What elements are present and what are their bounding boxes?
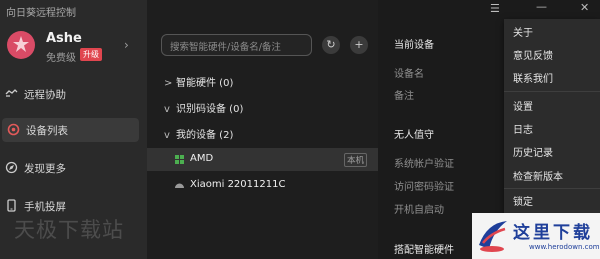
smart-hardware-heading: 搭配智能硬件	[394, 245, 454, 256]
app-title: 向日葵远程控制	[6, 8, 76, 19]
phone-cast-icon	[7, 199, 16, 212]
discover-icon	[5, 161, 18, 174]
menu-divider	[504, 91, 600, 92]
watermark-right-text: 这里下载	[513, 223, 593, 243]
refresh-button[interactable]: ↻	[322, 36, 340, 54]
device-name: AMD	[190, 153, 214, 164]
device-name: Xiaomi 22011211C	[190, 179, 286, 190]
sidebar-item-label: 发现更多	[24, 163, 66, 175]
menu-item-history[interactable]: 历史记录	[504, 141, 600, 161]
username: Ashe	[46, 31, 82, 46]
menu-icon[interactable]: ☰	[490, 2, 500, 15]
group-id-devices[interactable]: v 识别码设备 (0)	[164, 100, 243, 115]
group-my-devices[interactable]: v 我的设备 (2)	[164, 126, 233, 141]
device-list-icon	[7, 123, 20, 136]
menu-item-check-update[interactable]: 检查新版本	[504, 165, 600, 185]
sidebar-item-label: 远程协助	[24, 89, 66, 101]
chevron-down-icon: v	[164, 130, 170, 141]
star-icon	[13, 36, 29, 52]
menu-item-log[interactable]: 日志	[504, 118, 600, 138]
upgrade-badge[interactable]: 升级	[80, 48, 102, 61]
system-account-verify-label: 系统帐户验证	[394, 159, 454, 170]
chevron-right-icon[interactable]: ›	[124, 38, 129, 52]
account-tier: 免费级	[46, 53, 76, 64]
menu-item-about[interactable]: 关于	[504, 21, 600, 41]
access-password-verify-label: 访问密码验证	[394, 182, 454, 193]
refresh-icon: ↻	[326, 38, 336, 51]
remark-label: 备注	[394, 91, 414, 102]
group-label: 我的设备 (2)	[176, 130, 234, 141]
boot-autostart-label: 开机自启动	[394, 205, 444, 216]
search-input[interactable]: 搜索智能硬件/设备名/备注	[161, 34, 312, 56]
chevron-down-icon: v	[164, 104, 170, 115]
menu-divider	[504, 188, 600, 189]
avatar[interactable]	[7, 31, 35, 59]
group-label: 识别码设备 (0)	[176, 104, 244, 115]
unattended-heading: 无人值守	[394, 130, 434, 141]
chevron-right-icon: >	[164, 78, 173, 89]
watermark-url: www.herodown.com	[529, 243, 600, 251]
device-row[interactable]: Xiaomi 22011211C	[147, 174, 378, 197]
sidebar-item-discover[interactable]: 发现更多	[0, 156, 140, 180]
sidebar-item-label: 设备列表	[26, 125, 68, 137]
group-smart-hardware[interactable]: > 智能硬件 (0)	[164, 74, 233, 89]
windows-icon	[175, 155, 184, 164]
menu-item-lock[interactable]: 锁定	[504, 190, 600, 210]
android-icon	[175, 183, 184, 188]
sidebar-item-label: 手机投屏	[24, 201, 66, 213]
menu-item-settings[interactable]: 设置	[504, 95, 600, 115]
close-icon[interactable]: ✕	[580, 1, 589, 14]
add-device-button[interactable]: +	[350, 36, 368, 54]
sidebar-item-remote-assist[interactable]: 远程协助	[0, 82, 140, 106]
watermark-right: 这里下载 www.herodown.com	[472, 213, 600, 259]
group-label: 智能硬件 (0)	[176, 78, 234, 89]
device-row[interactable]: AMD 本机	[147, 148, 378, 171]
watermark-left: 天极下载站	[14, 218, 124, 242]
menu-item-feedback[interactable]: 意见反馈	[504, 44, 600, 64]
remote-assist-icon	[5, 89, 18, 97]
current-device-heading: 当前设备	[394, 40, 434, 51]
device-name-label: 设备名	[394, 69, 424, 80]
local-device-badge: 本机	[344, 153, 368, 167]
watermark-logo-icon	[479, 221, 507, 252]
search-placeholder: 搜索智能硬件/设备名/备注	[170, 42, 281, 53]
main-menu: 关于 意见反馈 联系我们 设置 日志 历史记录 检查新版本 锁定	[504, 19, 600, 214]
sidebar-item-device-list[interactable]: 设备列表	[2, 118, 139, 142]
menu-item-contact[interactable]: 联系我们	[504, 67, 600, 87]
minimize-icon[interactable]: —	[536, 0, 547, 13]
plus-icon: +	[354, 38, 364, 51]
